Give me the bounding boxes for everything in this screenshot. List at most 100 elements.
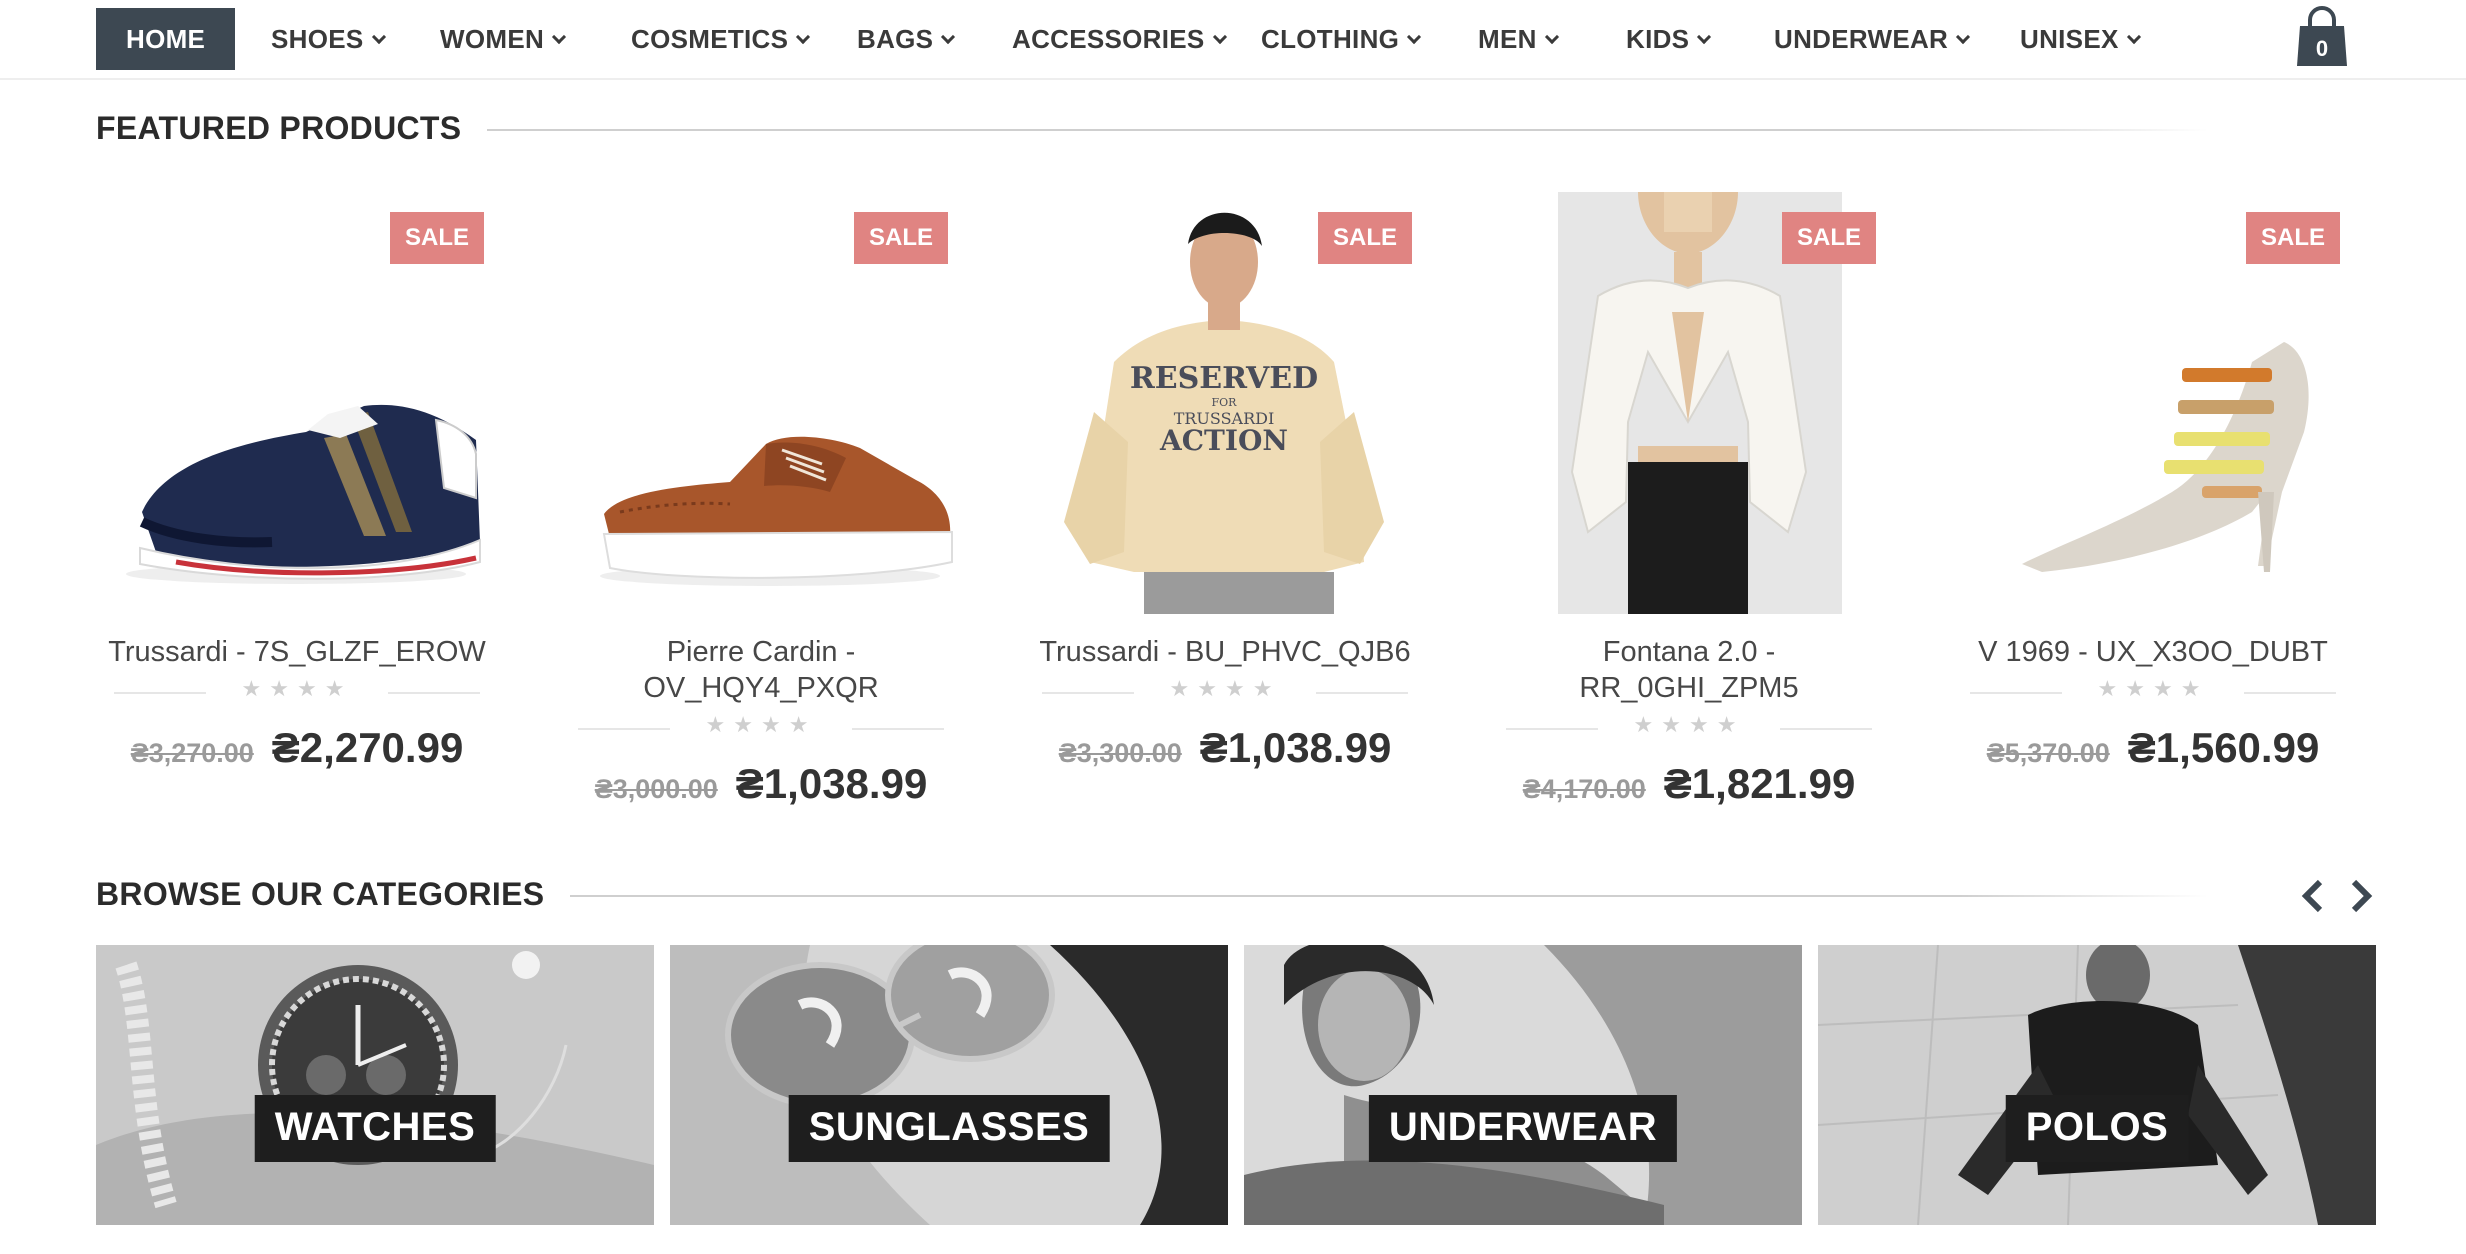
cart-button[interactable]: 0	[2294, 6, 2350, 68]
nav-item-label: BAGS	[857, 24, 934, 54]
nav-item-underwear[interactable]: UNDERWEAR	[1774, 8, 1971, 70]
cart-count: 0	[2316, 36, 2328, 61]
old-price: ₴4,170.00	[1522, 774, 1646, 804]
chevron-down-icon	[941, 29, 956, 45]
product-name[interactable]: Trussardi - BU_PHVC_QJB6	[1024, 634, 1426, 670]
category-label: WATCHES	[254, 1095, 496, 1162]
featured-products-heading: FEATURED PRODUCTS	[96, 110, 488, 147]
star-rating-icon: ★★★★	[1633, 712, 1745, 737]
star-rating-icon: ★★★★	[2097, 676, 2209, 701]
old-price: ₴3,300.00	[1058, 738, 1182, 768]
svg-text:RESERVED: RESERVED	[1130, 361, 1318, 396]
sale-badge: SALE	[1318, 212, 1412, 264]
chevron-down-icon	[1212, 29, 1227, 45]
chevron-down-icon	[1407, 29, 1422, 45]
category-tile-sunglasses[interactable]: SUNGLASSES	[670, 945, 1228, 1225]
nav-item-label: COSMETICS	[631, 24, 789, 54]
chevron-down-icon	[1697, 29, 1712, 45]
nav-item-unisex[interactable]: UNISEX	[2020, 8, 2141, 70]
nav-item-label: WOMEN	[440, 24, 545, 54]
product-rating: ★★★★	[96, 676, 498, 710]
nav-item-shoes[interactable]: SHOES	[271, 8, 386, 70]
product-image[interactable]: SALE	[96, 192, 498, 614]
old-price: ₴3,000.00	[594, 774, 718, 804]
chevron-down-icon	[1956, 29, 1971, 45]
carousel-next-button[interactable]	[2346, 878, 2376, 914]
chevron-down-icon	[796, 29, 811, 45]
product-card[interactable]: RESERVED FOR TRUSSARDI ACTION SALE Truss…	[1024, 192, 1426, 772]
nav-item-cosmetics[interactable]: COSMETICS	[631, 8, 811, 70]
product-rating: ★★★★	[560, 712, 962, 746]
sale-badge: SALE	[390, 212, 484, 264]
category-tile-polos[interactable]: POLOS	[1818, 945, 2376, 1225]
polos-model-image	[1818, 945, 2376, 1225]
category-label: SUNGLASSES	[788, 1095, 1110, 1162]
section-divider	[478, 129, 2208, 131]
nav-item-label: UNDERWEAR	[1774, 24, 1949, 54]
category-label: UNDERWEAR	[1368, 1095, 1678, 1162]
nav-item-label: ACCESSORIES	[1012, 24, 1205, 54]
chevron-down-icon	[371, 29, 386, 45]
product-prices: ₴3,000.00 ₴1,038.99	[560, 760, 962, 808]
product-card[interactable]: SALE V 1969 - UX_X3OO_DUBT ★★★★ ₴5,370.0…	[1952, 192, 2354, 772]
product-image[interactable]: SALE	[1952, 192, 2354, 614]
nav-item-men[interactable]: MEN	[1478, 8, 1559, 70]
product-rating: ★★★★	[1952, 676, 2354, 710]
product-rating: ★★★★	[1488, 712, 1890, 746]
product-card[interactable]: SALE Pierre Cardin - OV_HQY4_PXQR ★★★★ ₴…	[560, 192, 962, 808]
sale-badge: SALE	[2246, 212, 2340, 264]
nav-item-clothing[interactable]: CLOTHING	[1261, 8, 1422, 70]
underwear-model-image	[1244, 945, 1802, 1225]
nav-item-accessories[interactable]: ACCESSORIES	[1012, 8, 1227, 70]
category-label: POLOS	[2005, 1095, 2189, 1162]
chevron-down-icon	[2126, 29, 2141, 45]
old-price: ₴3,270.00	[130, 738, 254, 768]
product-image[interactable]: SALE	[1488, 192, 1890, 614]
product-card[interactable]: SALE Fontana 2.0 - RR_0GHI_ZPM5 ★★★★ ₴4,…	[1488, 192, 1890, 808]
old-price: ₴5,370.00	[1986, 738, 2110, 768]
star-rating-icon: ★★★★	[705, 712, 817, 737]
chevron-down-icon	[551, 29, 567, 45]
product-name[interactable]: Trussardi - 7S_GLZF_EROW	[96, 634, 498, 670]
product-card[interactable]: SALE Trussardi - 7S_GLZF_EROW ★★★★ ₴3,27…	[96, 192, 498, 772]
nav-item-kids[interactable]: KIDS	[1626, 8, 1712, 70]
watches-image	[96, 945, 654, 1225]
sale-price: ₴2,270.99	[271, 724, 464, 771]
product-name[interactable]: Fontana 2.0 - RR_0GHI_ZPM5	[1488, 634, 1890, 706]
nav-item-label: HOME	[126, 24, 206, 54]
browse-categories-heading: BROWSE OUR CATEGORIES	[96, 876, 571, 913]
product-prices: ₴5,370.00 ₴1,560.99	[1952, 724, 2354, 772]
carousel-prev-button[interactable]	[2298, 878, 2328, 914]
sale-price: ₴1,560.99	[2127, 724, 2320, 771]
nav-item-label: SHOES	[271, 24, 364, 54]
product-name[interactable]: Pierre Cardin - OV_HQY4_PXQR	[560, 634, 962, 706]
svg-text:ACTION: ACTION	[1159, 424, 1288, 457]
product-prices: ₴4,170.00 ₴1,821.99	[1488, 760, 1890, 808]
nav-item-label: UNISEX	[2020, 24, 2119, 54]
star-rating-icon: ★★★★	[1169, 676, 1281, 701]
sale-price: ₴1,821.99	[1663, 760, 1856, 807]
section-divider	[552, 895, 2208, 897]
chevron-down-icon	[1544, 29, 1559, 45]
category-tile-underwear[interactable]: UNDERWEAR	[1244, 945, 1802, 1225]
chevron-right-icon	[2351, 879, 2373, 913]
sale-badge: SALE	[854, 212, 948, 264]
shopping-bag-icon: 0	[2297, 6, 2347, 66]
sunglasses-image	[670, 945, 1228, 1225]
chevron-left-icon	[2301, 879, 2323, 913]
nav-item-bags[interactable]: BAGS	[857, 8, 956, 70]
nav-item-women[interactable]: WOMEN	[440, 8, 567, 70]
product-image[interactable]: RESERVED FOR TRUSSARDI ACTION SALE	[1024, 192, 1426, 614]
star-rating-icon: ★★★★	[241, 676, 353, 701]
product-image[interactable]: SALE	[560, 192, 962, 614]
category-tile-watches[interactable]: WATCHES	[96, 945, 654, 1225]
nav-item-label: MEN	[1478, 24, 1537, 54]
sale-price: ₴1,038.99	[735, 760, 928, 807]
sale-badge: SALE	[1782, 212, 1876, 264]
product-prices: ₴3,270.00 ₴2,270.99	[96, 724, 498, 772]
nav-item-label: KIDS	[1626, 24, 1690, 54]
product-rating: ★★★★	[1024, 676, 1426, 710]
sale-price: ₴1,038.99	[1199, 724, 1392, 771]
product-name[interactable]: V 1969 - UX_X3OO_DUBT	[1952, 634, 2354, 670]
nav-item-home[interactable]: HOME	[96, 8, 236, 70]
